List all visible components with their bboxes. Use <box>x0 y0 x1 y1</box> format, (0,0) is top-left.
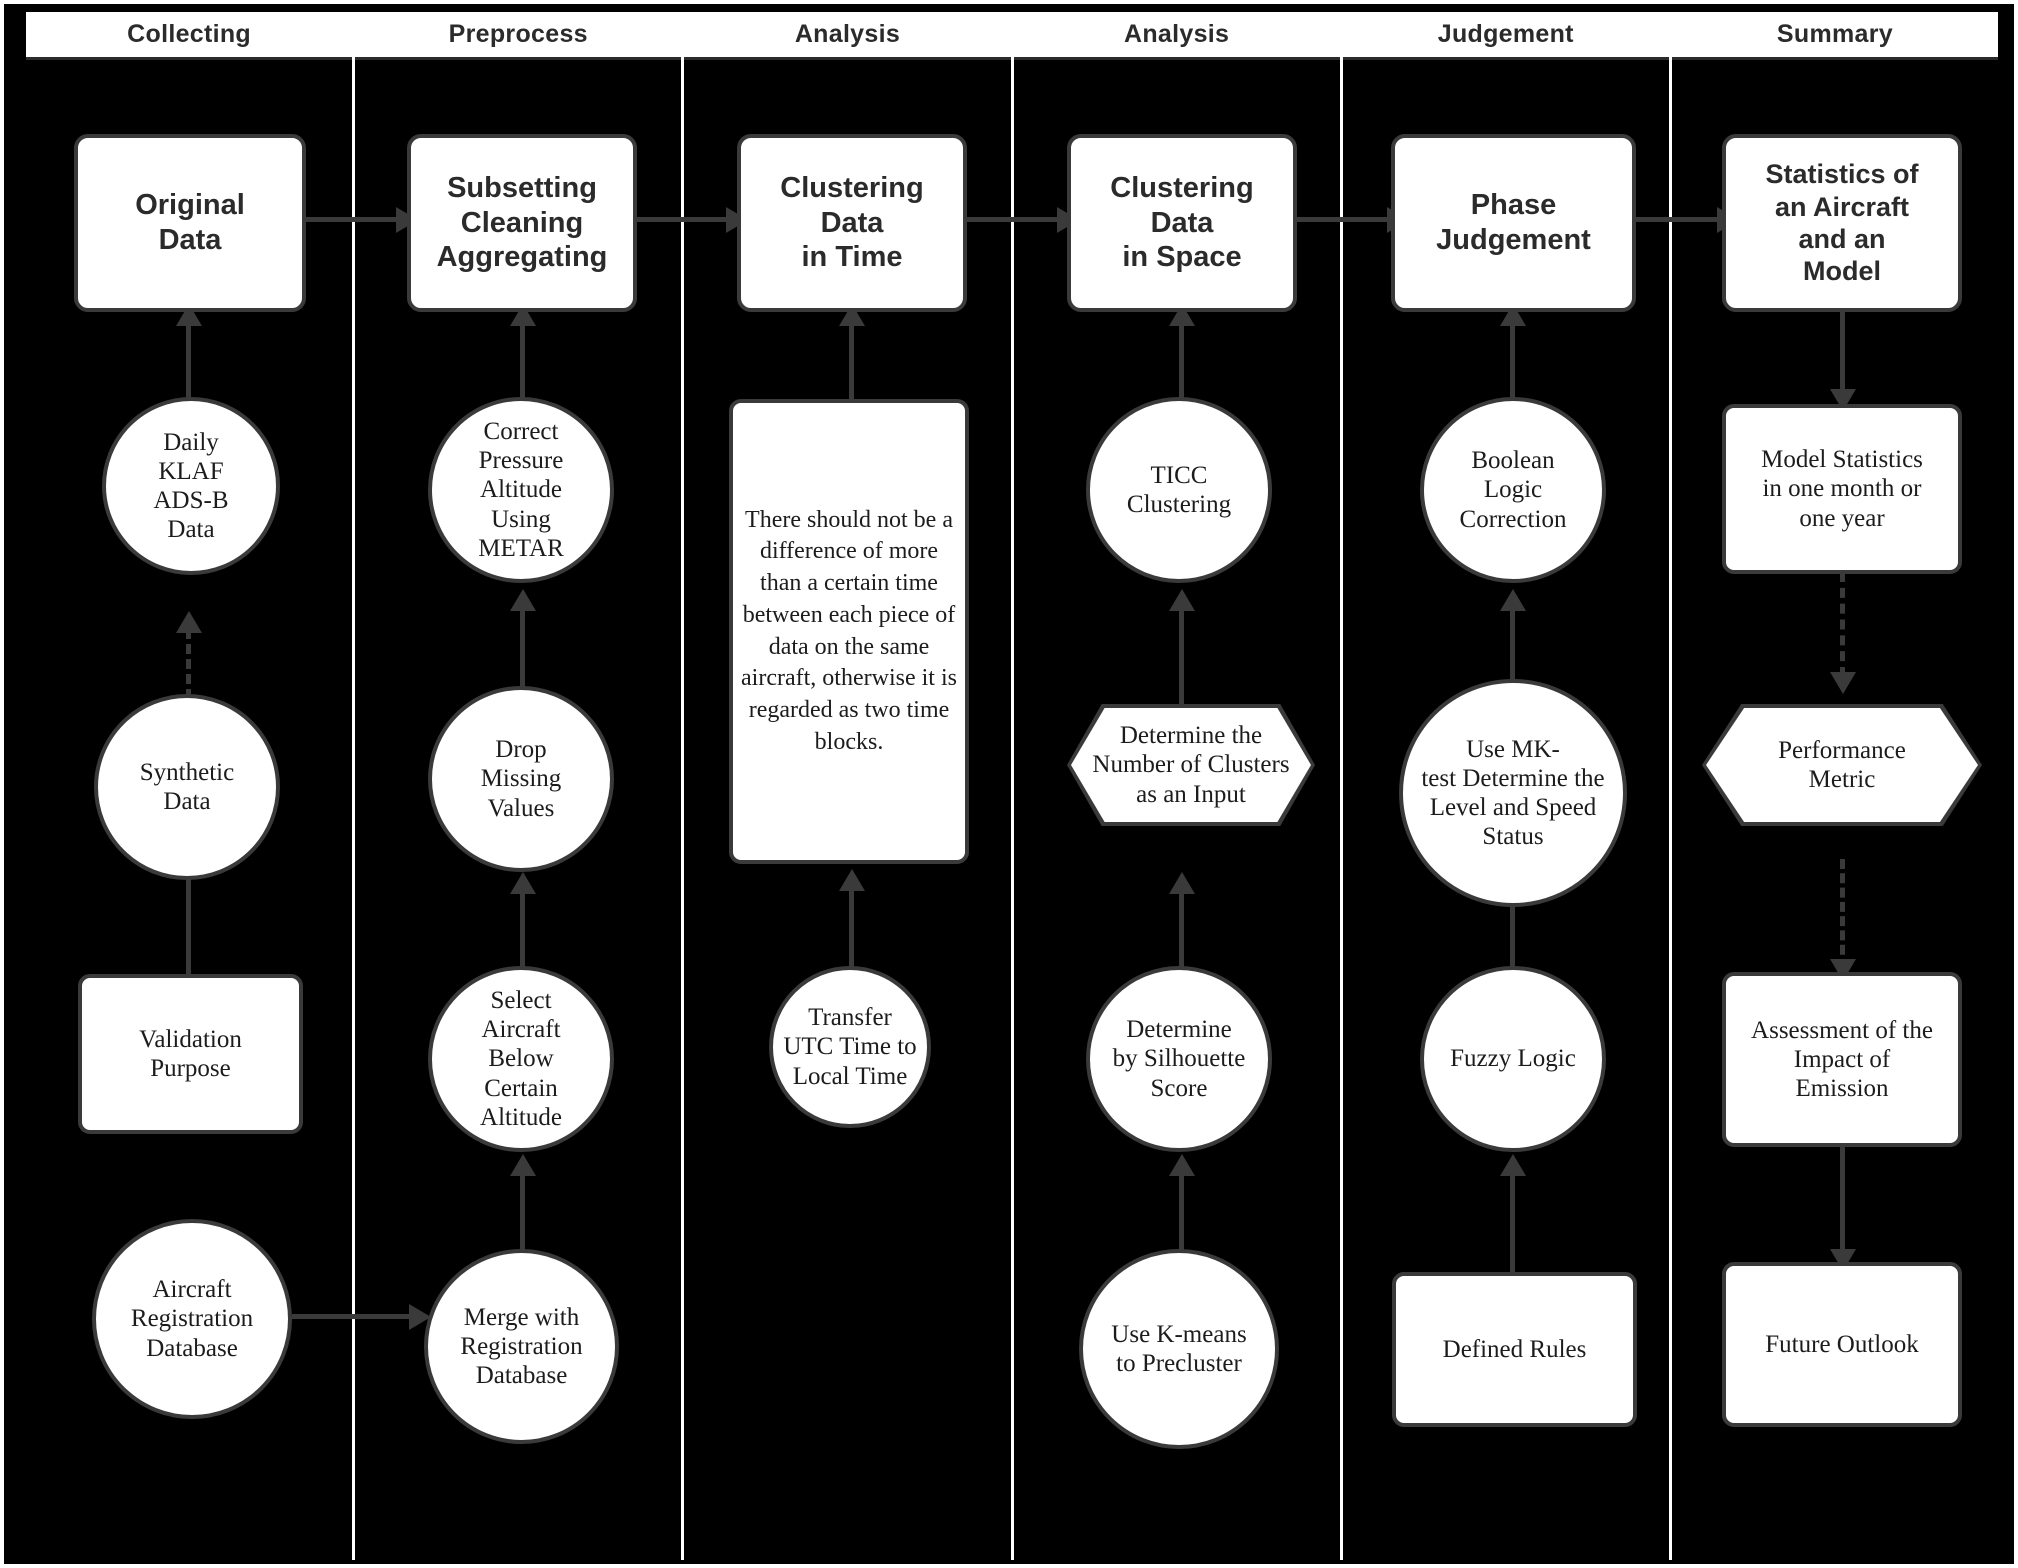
node-original-data[interactable]: Original Data <box>74 134 306 312</box>
node-label: Synthetic Data <box>139 758 235 815</box>
edge-c5primary-to-c6primary <box>1627 217 1730 222</box>
node-label: Clustering Data in Space <box>1110 171 1254 274</box>
edge-c6n3-to-c6n4 <box>1840 1144 1845 1259</box>
edge-c1n2-to-c1n1-dashed <box>186 629 191 699</box>
node-label: Phase Judgement <box>1436 189 1591 256</box>
node-label: Correct Pressure Altitude Using METAR <box>478 417 564 562</box>
node-label: Merge with Registration Database <box>460 1303 583 1390</box>
node-label: Boolean Logic Correction <box>1459 447 1567 533</box>
node-label: Performance Metric <box>1778 736 1906 793</box>
node-performance-metric[interactable]: Performance Metric <box>1702 704 1982 826</box>
node-label: Determine the Number of Clusters as an Inp… <box>1092 722 1290 808</box>
lane-header-analysis-space: Analysis <box>1013 12 1340 60</box>
lane-header-collecting: Collecting <box>26 12 353 60</box>
arrowhead-c2n2-to-c2n1 <box>510 589 536 611</box>
node-transfer-utc-to-local-time[interactable]: Transfer UTC Time to Local Time <box>769 966 931 1128</box>
node-drop-missing-values[interactable]: Drop Missing Values <box>428 686 614 872</box>
node-assessment-impact-of-emission[interactable]: Assessment of the Impact of Emission <box>1722 972 1962 1147</box>
node-model-statistics-month-year[interactable]: Model Statistics in one month or one year <box>1722 404 1962 574</box>
node-label: Select Aircraft Below Certain Altitude <box>480 986 562 1131</box>
edge-c5n4-to-c5n3 <box>1510 1159 1515 1274</box>
node-merge-with-registration-database[interactable]: Merge with Registration Database <box>424 1249 619 1444</box>
lane-header-analysis-time: Analysis <box>684 12 1011 60</box>
arrowhead-c4n2-to-c4n1 <box>1169 589 1195 611</box>
arrowhead-c4n4-to-c4n3 <box>1169 1154 1195 1176</box>
node-fuzzy-logic[interactable]: Fuzzy Logic <box>1420 966 1606 1152</box>
node-ticc-clustering[interactable]: TICC Clustering <box>1086 397 1272 583</box>
node-label: Determine by Silhouette Score <box>1112 1016 1246 1102</box>
node-label: Original Data <box>135 189 245 256</box>
edge-c6n1-to-c6n2-dashed <box>1840 572 1845 677</box>
node-aircraft-registration-database[interactable]: Aircraft Registration Database <box>92 1219 292 1419</box>
lane-header-preprocess: Preprocess <box>355 12 682 60</box>
edge-c2primary-to-c3primary <box>636 217 738 222</box>
node-synthetic-data[interactable]: Synthetic Data <box>94 694 280 880</box>
arrowhead-c6n1-to-c6n2 <box>1830 672 1856 694</box>
node-label: Use K-means to Precluster <box>1111 1320 1247 1377</box>
arrowhead-c2n3-to-c2n2 <box>510 872 536 894</box>
node-label: Future Outlook <box>1765 1330 1919 1358</box>
arrowhead-c1n2-to-c1n1 <box>176 611 202 633</box>
node-validation-purpose[interactable]: Validation Purpose <box>78 974 303 1134</box>
flowchart-canvas: Collecting Preprocess Analysis Analysis … <box>0 0 2018 1568</box>
arrowhead-c3n2-to-c3n1 <box>839 869 865 891</box>
node-label: There should not be a difference of more… <box>741 506 957 755</box>
node-label: TICC Clustering <box>1126 461 1232 518</box>
node-subsetting-cleaning-aggregating[interactable]: Subsetting Cleaning Aggregating <box>407 134 637 312</box>
node-select-aircraft-below-certain-altitude[interactable]: Select Aircraft Below Certain Altitude <box>428 966 614 1152</box>
node-label: Aircraft Registration Database <box>130 1276 254 1362</box>
node-daily-klaf-adsb-data[interactable]: Daily KLAF ADS-B Data <box>102 397 280 575</box>
edge-c6n2-to-c6n3-dashed <box>1840 859 1845 969</box>
lane-header-judgement: Judgement <box>1342 12 1669 60</box>
node-label: Fuzzy Logic <box>1450 1045 1576 1073</box>
node-use-mk-test-level-speed-status[interactable]: Use MK-test Determine the Level and Speed… <box>1399 679 1627 907</box>
node-time-block-rule-note[interactable]: There should not be a difference of more… <box>729 399 969 864</box>
node-determine-number-of-clusters-input[interactable]: Determine the Number of Clusters as an Inp… <box>1067 704 1315 826</box>
node-correct-pressure-altitude-metar[interactable]: Correct Pressure Altitude Using METAR <box>428 397 614 583</box>
node-label: Model Statistics in one month or one year <box>1761 446 1923 532</box>
edge-c3primary-to-c4primary <box>966 217 1069 222</box>
arrowhead-c5n2-to-c5n1 <box>1500 589 1526 611</box>
node-determine-by-silhouette-score[interactable]: Determine by Silhouette Score <box>1086 966 1272 1152</box>
node-label: Defined Rules <box>1442 1335 1587 1363</box>
edge-c6primary-to-c6n1 <box>1840 309 1845 394</box>
node-clustering-data-in-space[interactable]: Clustering Data in Space <box>1067 134 1297 312</box>
edge-c1primary-to-c2primary <box>304 217 407 222</box>
arrowhead-c4n3-to-c4n2 <box>1169 872 1195 894</box>
node-statistics-of-aircraft-and-model[interactable]: Statistics of an Aircraft and an Model <box>1722 134 1962 312</box>
node-label: Validation Purpose <box>139 1025 242 1082</box>
node-phase-judgement[interactable]: Phase Judgement <box>1391 134 1636 312</box>
node-label: Assessment of the Impact of Emission <box>1751 1016 1933 1103</box>
node-future-outlook[interactable]: Future Outlook <box>1722 1262 1962 1427</box>
node-label: Daily KLAF ADS-B Data <box>153 428 229 544</box>
node-label: Drop Missing Values <box>480 736 562 822</box>
node-label: Transfer UTC Time to Local Time <box>783 1004 917 1090</box>
node-label: Clustering Data in Time <box>780 171 924 274</box>
node-use-kmeans-to-precluster[interactable]: Use K-means to Precluster <box>1079 1249 1279 1449</box>
node-clustering-data-in-time[interactable]: Clustering Data in Time <box>737 134 967 312</box>
node-boolean-logic-correction[interactable]: Boolean Logic Correction <box>1420 397 1606 583</box>
lane-header-summary: Summary <box>1671 12 1999 60</box>
node-label: Statistics of an Aircraft and an Model <box>1765 159 1919 287</box>
edge-c4primary-to-c5primary <box>1296 217 1399 222</box>
node-label: Use MK-test Determine the Level and Speed… <box>1421 735 1605 851</box>
arrowhead-c2n4-to-c2n3 <box>510 1154 536 1176</box>
edge-c1n4-to-c2n4 <box>292 1314 417 1319</box>
node-defined-rules[interactable]: Defined Rules <box>1392 1272 1637 1427</box>
node-label: Subsetting Cleaning Aggregating <box>436 171 608 274</box>
arrowhead-c5n4-to-c5n3 <box>1500 1154 1526 1176</box>
